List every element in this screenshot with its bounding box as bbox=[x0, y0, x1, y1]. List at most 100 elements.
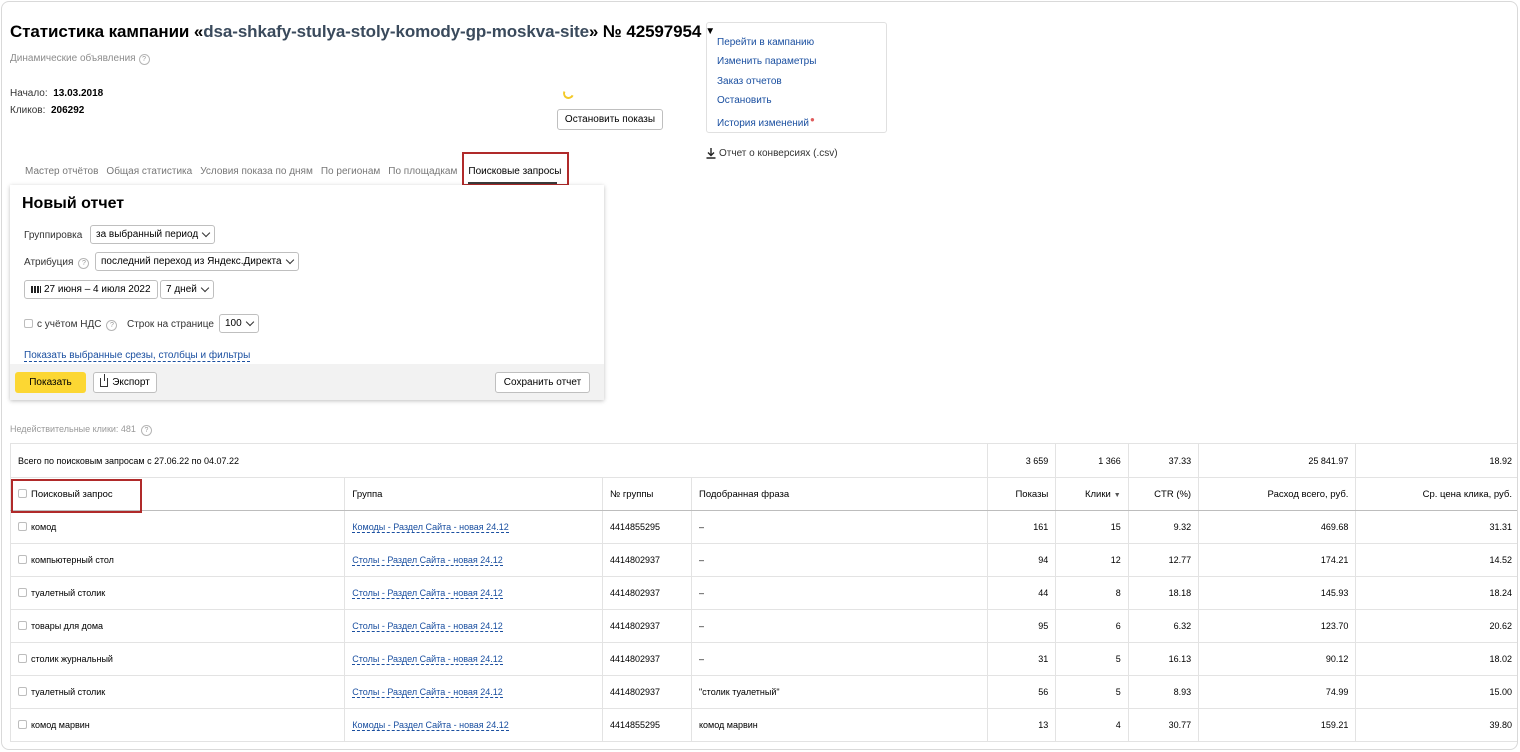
cost-cell: 159.21 bbox=[1198, 708, 1357, 742]
help-icon[interactable]: ? bbox=[138, 54, 150, 65]
page-title[interactable]: Статистика кампании «dsa-shkafy-stulya-s… bbox=[10, 22, 715, 42]
help-icon[interactable]: ? bbox=[106, 320, 118, 331]
cpc-cell: 15.00 bbox=[1355, 675, 1517, 709]
impressions-cell: 56 bbox=[986, 675, 1057, 709]
table-row: комод марвин Комоды - Раздел Сайта - нова… bbox=[9, 708, 1517, 742]
stop-impressions-button[interactable]: Остановить показы bbox=[557, 109, 663, 130]
group-link[interactable]: Комоды - Раздел Сайта - новая 24.12 bbox=[352, 522, 509, 533]
conversions-report-link[interactable]: Отчет о конверсиях (.csv) bbox=[706, 148, 838, 159]
campaign-number: » № 42597954 bbox=[588, 22, 702, 41]
start-date: Начало: 13.03.2018 bbox=[10, 88, 103, 99]
vat-checkbox[interactable]: с учётом НДС? bbox=[24, 319, 118, 331]
row-checkbox[interactable] bbox=[18, 588, 27, 597]
clicks-cell: 12 bbox=[1055, 543, 1129, 577]
history-link[interactable]: История изменений● bbox=[717, 110, 886, 133]
row-checkbox[interactable] bbox=[18, 522, 27, 531]
ctr-cell: 30.77 bbox=[1127, 708, 1200, 742]
row-checkbox[interactable] bbox=[18, 687, 27, 696]
group-id-cell: 4414802937 bbox=[601, 609, 692, 643]
tab-general-stats[interactable]: Общая статистика bbox=[103, 160, 197, 186]
group-id-cell: 4414802937 bbox=[601, 543, 692, 577]
rows-per-page-select[interactable]: 100 bbox=[219, 314, 259, 333]
ctr-cell: 12.77 bbox=[1127, 543, 1200, 577]
loading-spinner-icon bbox=[561, 86, 576, 101]
col-impressions[interactable]: Показы bbox=[986, 477, 1057, 511]
query-cell: товары для дома bbox=[9, 609, 346, 643]
table-row: компьютерный стол Столы - Раздел Сайта - … bbox=[9, 543, 1517, 577]
impressions-cell: 13 bbox=[986, 708, 1057, 742]
totals-row: Всего по поисковым запросам с 27.06.22 п… bbox=[10, 443, 1517, 478]
group-link[interactable]: Столы - Раздел Сайта - новая 24.12 bbox=[352, 621, 503, 632]
report-title: Новый отчет bbox=[22, 195, 125, 212]
col-ctr[interactable]: CTR (%) bbox=[1127, 477, 1200, 511]
save-report-button[interactable]: Сохранить отчет bbox=[495, 372, 590, 393]
campaign-type-label: Динамические объявления bbox=[10, 53, 136, 64]
clicks-cell: 5 bbox=[1055, 642, 1129, 676]
col-clicks[interactable]: Клики ▼ bbox=[1055, 477, 1129, 511]
cost-cell: 74.99 bbox=[1198, 675, 1357, 709]
phrase-cell: комод марвин bbox=[690, 708, 989, 742]
new-dot-icon: ● bbox=[809, 115, 815, 125]
group-link[interactable]: Столы - Раздел Сайта - новая 24.12 bbox=[352, 555, 503, 566]
group-link[interactable]: Столы - Раздел Сайта - новая 24.12 bbox=[352, 654, 503, 665]
group-link[interactable]: Столы - Раздел Сайта - новая 24.12 bbox=[352, 588, 503, 599]
row-checkbox[interactable] bbox=[18, 654, 27, 663]
row-checkbox[interactable] bbox=[18, 621, 27, 630]
attribution-label-text: Атрибуция bbox=[24, 257, 74, 268]
group-id-cell: 4414802937 bbox=[601, 675, 692, 709]
date-range-picker[interactable]: 27 июня – 4 июля 2022 bbox=[24, 280, 158, 299]
query-cell: туалетный столик bbox=[9, 576, 346, 610]
edit-params-link[interactable]: Изменить параметры bbox=[717, 52, 886, 71]
help-icon[interactable]: ? bbox=[78, 258, 90, 269]
ctr-cell: 6.32 bbox=[1127, 609, 1200, 643]
group-link[interactable]: Комоды - Раздел Сайта - новая 24.12 bbox=[352, 720, 509, 731]
query-cell: компьютерный стол bbox=[9, 543, 346, 577]
row-checkbox[interactable] bbox=[18, 555, 27, 564]
tab-conditions-by-day[interactable]: Условия показа по дням bbox=[197, 160, 318, 186]
col-phrase[interactable]: Подобранная фраза bbox=[690, 477, 989, 511]
cost-cell: 90.12 bbox=[1198, 642, 1357, 676]
grouping-select[interactable]: за выбранный период bbox=[90, 225, 216, 244]
phrase-cell: – bbox=[690, 609, 989, 643]
period-select[interactable]: 7 дней bbox=[160, 280, 214, 299]
group-cell: Комоды - Раздел Сайта - новая 24.12 bbox=[344, 708, 603, 742]
show-slices-link[interactable]: Показать выбранные срезы, столбцы и филь… bbox=[24, 345, 251, 363]
export-icon bbox=[100, 374, 109, 387]
goto-campaign-link[interactable]: Перейти в кампанию bbox=[717, 33, 886, 52]
table-row: туалетный столик Столы - Раздел Сайта - н… bbox=[9, 675, 1517, 709]
cost-cell: 174.21 bbox=[1198, 543, 1357, 577]
clicks-count: Кликов: 206292 bbox=[10, 105, 84, 116]
table-row: туалетный столик Столы - Раздел Сайта - н… bbox=[9, 576, 1517, 610]
download-icon bbox=[706, 148, 716, 159]
help-icon[interactable]: ? bbox=[140, 425, 152, 436]
checkbox[interactable] bbox=[24, 319, 33, 328]
group-cell: Столы - Раздел Сайта - новая 24.12 bbox=[344, 543, 603, 577]
col-cost[interactable]: Расход всего, руб. bbox=[1198, 477, 1357, 511]
col-cpc[interactable]: Ср. цена клика, руб. bbox=[1355, 477, 1517, 511]
group-id-cell: 4414855295 bbox=[601, 708, 692, 742]
attribution-value: последний переход из Яндекс.Директа bbox=[101, 256, 282, 267]
history-label: История изменений bbox=[717, 118, 809, 130]
cpc-cell: 18.24 bbox=[1355, 576, 1517, 610]
col-group-id[interactable]: № группы bbox=[601, 477, 692, 511]
tab-search-queries[interactable]: Поисковые запросы bbox=[462, 152, 570, 186]
col-group[interactable]: Группа bbox=[344, 477, 603, 511]
cpc-cell: 18.02 bbox=[1355, 642, 1517, 676]
start-value: 13.03.2018 bbox=[53, 88, 104, 99]
order-reports-link[interactable]: Заказ отчетов bbox=[717, 72, 886, 91]
export-button[interactable]: Экспорт bbox=[93, 372, 157, 393]
group-link[interactable]: Столы - Раздел Сайта - новая 24.12 bbox=[352, 687, 503, 698]
attribution-label: Атрибуция? bbox=[24, 257, 90, 269]
tab-report-wizard[interactable]: Мастер отчётов bbox=[22, 160, 103, 186]
total-cost: 25 841.97 bbox=[1198, 443, 1357, 478]
show-button[interactable]: Показать bbox=[15, 372, 86, 393]
tab-by-regions[interactable]: По регионам bbox=[318, 160, 385, 186]
tab-by-sites[interactable]: По площадкам bbox=[385, 160, 462, 186]
stop-link[interactable]: Остановить bbox=[717, 91, 886, 110]
group-cell: Столы - Раздел Сайта - новая 24.12 bbox=[344, 675, 603, 709]
grouping-label: Группировка bbox=[24, 230, 83, 241]
attribution-select[interactable]: последний переход из Яндекс.Директа bbox=[95, 252, 299, 271]
row-checkbox[interactable] bbox=[18, 720, 27, 729]
query-text: компьютерный стол bbox=[31, 555, 114, 565]
table-row: столик журнальный Столы - Раздел Сайта - … bbox=[9, 642, 1517, 676]
